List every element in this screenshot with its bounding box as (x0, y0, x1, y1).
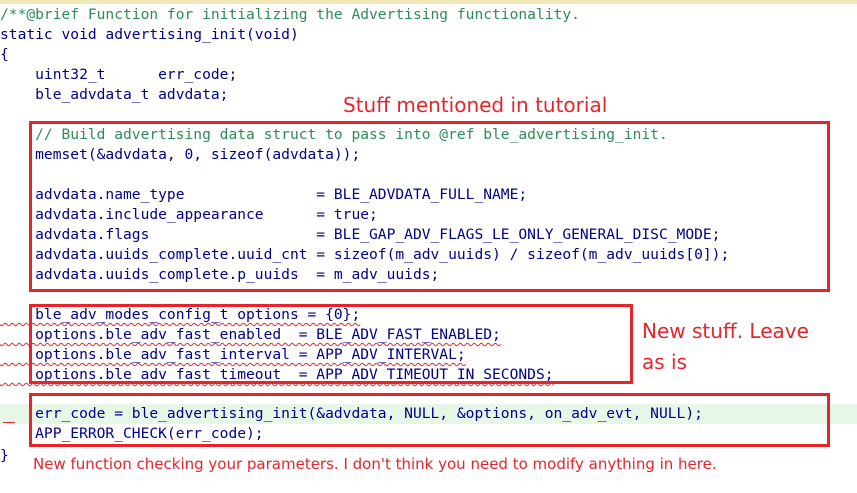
new-stuff-box (29, 304, 633, 384)
code-line-doc-comment: /**@brief Function for initializing the … (0, 6, 580, 23)
code-line-close-brace: } (0, 447, 9, 464)
code-line-function-signature: static void advertising_init(void) (0, 26, 299, 43)
code-line-err-code-decl: uint32_t err_code; (0, 66, 238, 83)
new-function-box (29, 393, 830, 447)
annotation-new-stuff-line2: as is (642, 350, 688, 374)
annotation-tutorial: Stuff mentioned in tutorial (343, 93, 608, 117)
code-line-open-brace: { (0, 46, 9, 63)
code-editor[interactable]: /**@brief Function for initializing the … (0, 0, 857, 493)
tutorial-box (29, 121, 830, 292)
editor-top-highlight (0, 0, 857, 4)
annotation-new-function: New function checking your parameters. I… (33, 455, 717, 473)
annotation-new-stuff-line1: New stuff. Leave (642, 319, 809, 343)
code-line-advdata-decl: ble_advdata_t advdata; (0, 86, 229, 103)
